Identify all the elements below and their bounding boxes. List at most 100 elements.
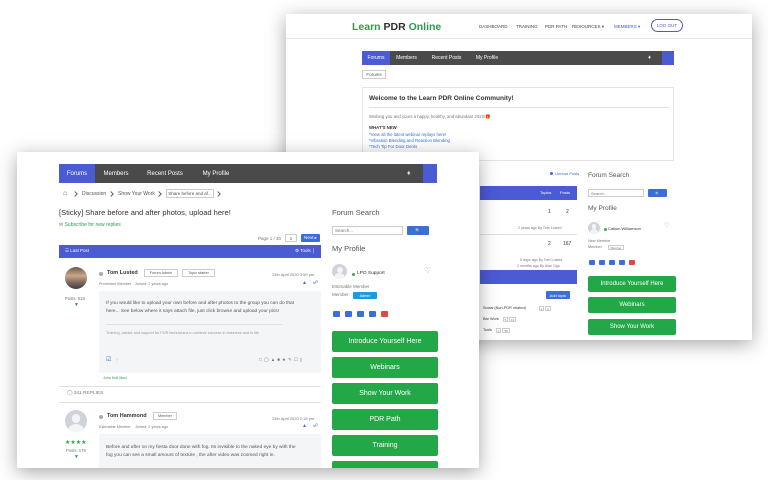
post2-text1: Before and after on my fiesta door done … — [106, 445, 296, 450]
profile-icon[interactable] — [589, 260, 595, 265]
breadcrumb-show-your-work[interactable]: Show Your Work — [118, 192, 155, 197]
subforum-bar-work[interactable]: Bar Work — [483, 317, 499, 322]
introduce-yourself-button[interactable]: Introduce Yourself Here — [332, 331, 438, 352]
back-search-input[interactable] — [588, 189, 644, 197]
link-vibration-blending[interactable]: *Vibration Blending and Reaction Blendin… — [369, 138, 450, 143]
back-user-role: New Member — [588, 239, 611, 243]
like-icon[interactable]: ☑ — [106, 357, 111, 363]
member-label: Member — [332, 292, 349, 297]
tab-forums[interactable]: Forums — [362, 51, 390, 65]
user-role: Estimable Member — [332, 284, 370, 289]
back-search-button[interactable]: 🔍 — [648, 189, 667, 197]
post1-text2: here... See below where it says attach f… — [106, 309, 280, 314]
profile-icon[interactable] — [333, 311, 340, 317]
messages-icon[interactable] — [609, 260, 615, 265]
pdr-path-button[interactable]: PDR Path — [332, 409, 438, 430]
post1-signature: Training, advice and support for PDR tec… — [106, 331, 259, 335]
nav-resources[interactable]: RESOURCES ▾ — [572, 24, 604, 30]
nav-training[interactable]: TRAINING — [516, 24, 538, 30]
post-actions-icons[interactable]: □◯▲■★✎☐▯ — [259, 357, 304, 363]
breadcrumb-current[interactable]: Share before and af... — [166, 189, 214, 198]
tab-members[interactable]: Members — [95, 164, 137, 183]
avatar[interactable] — [588, 222, 600, 234]
unread-posts-link[interactable]: Unread Posts — [555, 172, 579, 176]
bell-icon[interactable]: ♡ — [424, 267, 431, 275]
show-your-work-button[interactable]: Show Your Work — [588, 319, 676, 335]
bell-icon[interactable]: ♡ — [664, 223, 669, 229]
row2-meta1: 5 days ago By Tom Lusted — [520, 258, 563, 262]
chevron-down-icon[interactable]: ▼ — [74, 455, 79, 460]
search-icon[interactable] — [423, 164, 437, 183]
show-your-work-button[interactable]: Show Your Work — [332, 383, 438, 404]
posts-header: ☰ Last Post ⚙ Tools │ — [59, 245, 321, 258]
member-badge: Member — [153, 412, 177, 420]
site-logo[interactable]: Learn PDR Online — [352, 22, 441, 33]
link-webinar-replays[interactable]: *View all the latest webinar replays her… — [369, 132, 446, 137]
badge-count: 2 — [545, 306, 551, 311]
chevron-down-icon[interactable]: ▼ — [74, 303, 79, 308]
webinars-button[interactable]: Webinars — [588, 297, 676, 313]
warning-icon[interactable]: ▲ — [302, 281, 307, 286]
more-icon[interactable]: ⋮ — [115, 358, 119, 362]
rss-icon[interactable] — [369, 311, 376, 317]
messages-icon[interactable] — [357, 311, 364, 317]
breadcrumb[interactable]: Forums — [362, 70, 386, 79]
more-sidebar-button[interactable] — [332, 461, 438, 468]
search-button[interactable]: 🔍 — [407, 226, 429, 235]
search-icon[interactable] — [662, 51, 674, 65]
tab-forums[interactable]: Forums — [59, 164, 95, 183]
bell-icon[interactable]: ♦ — [407, 170, 411, 177]
settings-icon[interactable] — [345, 311, 352, 317]
back-user-name[interactable]: Callum Williamson — [608, 227, 641, 231]
row1-meta: 2 years ago By Tom Lusted — [518, 226, 562, 230]
tab-my-profile[interactable]: My Profile — [193, 164, 239, 183]
logout-button[interactable]: LOG OUT — [651, 19, 683, 32]
page-label: Page 1 / 30 — [258, 236, 282, 241]
post1-author[interactable]: Tom Lusted — [107, 270, 138, 277]
forum-tabs: Forums Members Recent Posts My Profile ♦ — [362, 51, 674, 65]
add-topic-button[interactable]: Add topic — [546, 291, 570, 299]
introduce-yourself-button[interactable]: Introduce Yourself Here — [588, 276, 676, 292]
replies-count: ◯ 341 REPLIES — [67, 391, 103, 397]
page-number-input[interactable]: 1 — [285, 234, 297, 242]
search-input[interactable] — [332, 226, 403, 235]
user-name[interactable]: LPO Support — [357, 271, 385, 277]
tom-lusted-avatar[interactable] — [65, 267, 87, 289]
bell-icon[interactable]: ♦ — [648, 55, 651, 61]
comment-icon: ◯ — [67, 391, 74, 396]
nav-members[interactable]: MEMBERS ▾ — [614, 24, 640, 30]
home-icon[interactable]: ⌂ — [63, 190, 67, 197]
rss-icon[interactable] — [619, 260, 625, 265]
link-icon[interactable]: ☍ — [313, 281, 318, 286]
tom-hammond-avatar[interactable] — [65, 410, 87, 432]
forum-list-header: Topics Posts — [480, 186, 577, 200]
forum-subheader — [480, 270, 577, 284]
tab-my-profile[interactable]: My Profile — [470, 51, 504, 65]
subscribe-link[interactable]: ✉ Subscribe for new replies — [59, 223, 121, 228]
subforum-social[interactable]: Social (Non-PDR related) — [483, 306, 526, 311]
webinars-button[interactable]: Webinars — [332, 357, 438, 378]
link-icon[interactable]: ☍ — [313, 424, 318, 429]
settings-icon[interactable] — [599, 260, 605, 265]
nav-dashboard[interactable]: DASHBOARD — [479, 24, 508, 30]
next-page-button[interactable]: Next ▸ — [301, 234, 320, 242]
tools-menu[interactable]: ⚙ Tools │ — [295, 248, 315, 254]
post2-author[interactable]: Tom Hammond — [107, 413, 147, 420]
tab-members[interactable]: Members — [390, 51, 423, 65]
last-post-link[interactable]: ☰ Last Post — [65, 248, 89, 254]
logout-icon[interactable] — [629, 260, 635, 265]
nav-pdr-path[interactable]: PDR PATH — [545, 24, 567, 30]
logo-learn: Learn — [352, 21, 384, 33]
tab-recent-posts[interactable]: Recent Posts — [423, 51, 470, 65]
forum-search-title: Forum Search — [332, 208, 380, 217]
logout-icon[interactable] — [381, 311, 388, 317]
warning-icon[interactable]: ▲ — [302, 424, 307, 429]
rating-stars: ★★★★ — [65, 440, 87, 446]
subforum-tools[interactable]: Tools — [483, 328, 492, 333]
tab-recent-posts[interactable]: Recent Posts — [137, 164, 193, 183]
post1-liked: John Holt liked — [103, 376, 127, 380]
link-tech-tip[interactable]: *Tech Tip For Door Dents — [369, 144, 417, 149]
training-button[interactable]: Training — [332, 435, 438, 456]
avatar[interactable] — [332, 264, 347, 279]
breadcrumb-discussion[interactable]: Discussion — [82, 192, 106, 197]
